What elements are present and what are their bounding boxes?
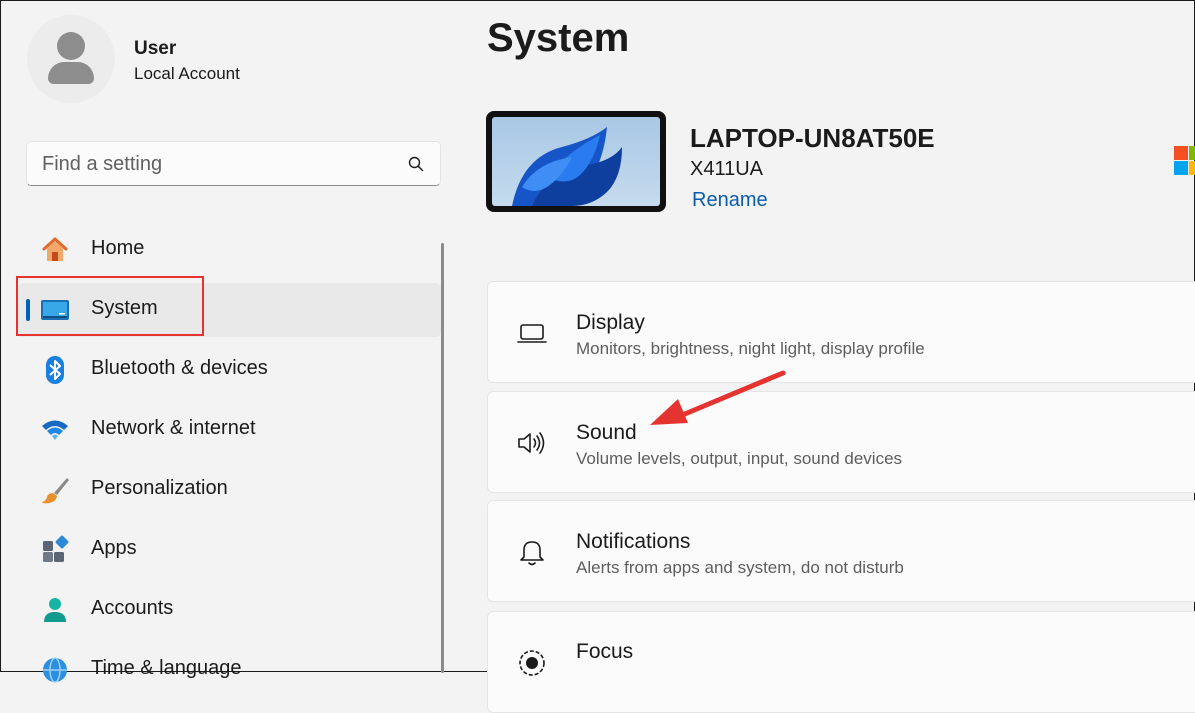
sidebar-item-label: Network & internet <box>91 417 256 439</box>
annotation-arrow-icon <box>650 370 786 425</box>
home-icon <box>42 237 68 261</box>
user-name: User <box>134 38 177 59</box>
settings-card-sound[interactable]: Sound Volume levels, output, input, soun… <box>487 391 1195 493</box>
settings-card-focus[interactable]: Focus <box>487 611 1195 713</box>
sidebar-scrollbar[interactable] <box>441 243 444 673</box>
sidebar-item-apps[interactable]: Apps <box>18 523 441 577</box>
globe-clock-icon <box>43 657 67 683</box>
sidebar-item-label: Apps <box>91 537 137 559</box>
sidebar-item-label: Accounts <box>91 597 174 619</box>
bloom-wallpaper-icon <box>512 127 622 206</box>
user-account-type: Local Account <box>134 64 240 83</box>
sidebar-item-accounts[interactable]: Accounts <box>18 583 441 637</box>
search-box[interactable] <box>26 141 441 187</box>
page-title: System <box>487 16 630 60</box>
avatar[interactable] <box>27 15 115 103</box>
laptop-icon <box>517 324 547 343</box>
avatar-body <box>48 62 94 84</box>
sidebar-item-label: Home <box>91 237 145 259</box>
brush-icon <box>42 478 69 504</box>
sidebar-item-home[interactable]: Home <box>18 223 441 277</box>
sidebar-item-time-language[interactable]: Time & language <box>18 643 441 697</box>
person-icon <box>44 598 66 622</box>
settings-card-display[interactable]: Display Monitors, brightness, night ligh… <box>487 281 1195 383</box>
apps-icon <box>43 535 69 562</box>
card-title: Notifications <box>576 530 691 553</box>
sidebar-item-bluetooth[interactable]: Bluetooth & devices <box>18 343 441 397</box>
card-subtitle: Alerts from apps and system, do not dist… <box>576 558 904 577</box>
card-title: Focus <box>576 640 634 663</box>
wifi-icon <box>42 420 68 440</box>
device-thumbnail <box>486 111 666 212</box>
microsoft-logo-icon <box>1174 146 1195 178</box>
card-subtitle: Volume levels, output, input, sound devi… <box>576 449 903 468</box>
sidebar-item-personalization[interactable]: Personalization <box>18 463 441 517</box>
settings-card-notifications[interactable]: Notifications Alerts from apps and syste… <box>487 500 1195 602</box>
sidebar-item-label: Time & language <box>91 657 242 679</box>
annotation-highlight-box <box>16 276 204 336</box>
device-model: X411UA <box>690 158 764 180</box>
speaker-icon <box>518 432 545 454</box>
search-icon[interactable] <box>408 156 424 172</box>
wallpaper-image <box>492 117 660 206</box>
sidebar-item-label: Personalization <box>91 477 228 499</box>
bluetooth-icon <box>46 356 64 384</box>
sidebar-item-network[interactable]: Network & internet <box>18 403 441 457</box>
rename-link[interactable]: Rename <box>692 189 768 212</box>
card-title: Sound <box>576 421 637 444</box>
card-subtitle: Monitors, brightness, night light, displ… <box>576 339 925 358</box>
card-title: Display <box>576 311 645 334</box>
focus-icon <box>519 650 545 676</box>
avatar-head <box>57 32 85 60</box>
bell-icon <box>520 541 544 566</box>
sidebar-item-label: Bluetooth & devices <box>91 357 268 379</box>
device-name: LAPTOP-UN8AT50E <box>690 123 935 153</box>
search-input[interactable] <box>27 142 404 187</box>
